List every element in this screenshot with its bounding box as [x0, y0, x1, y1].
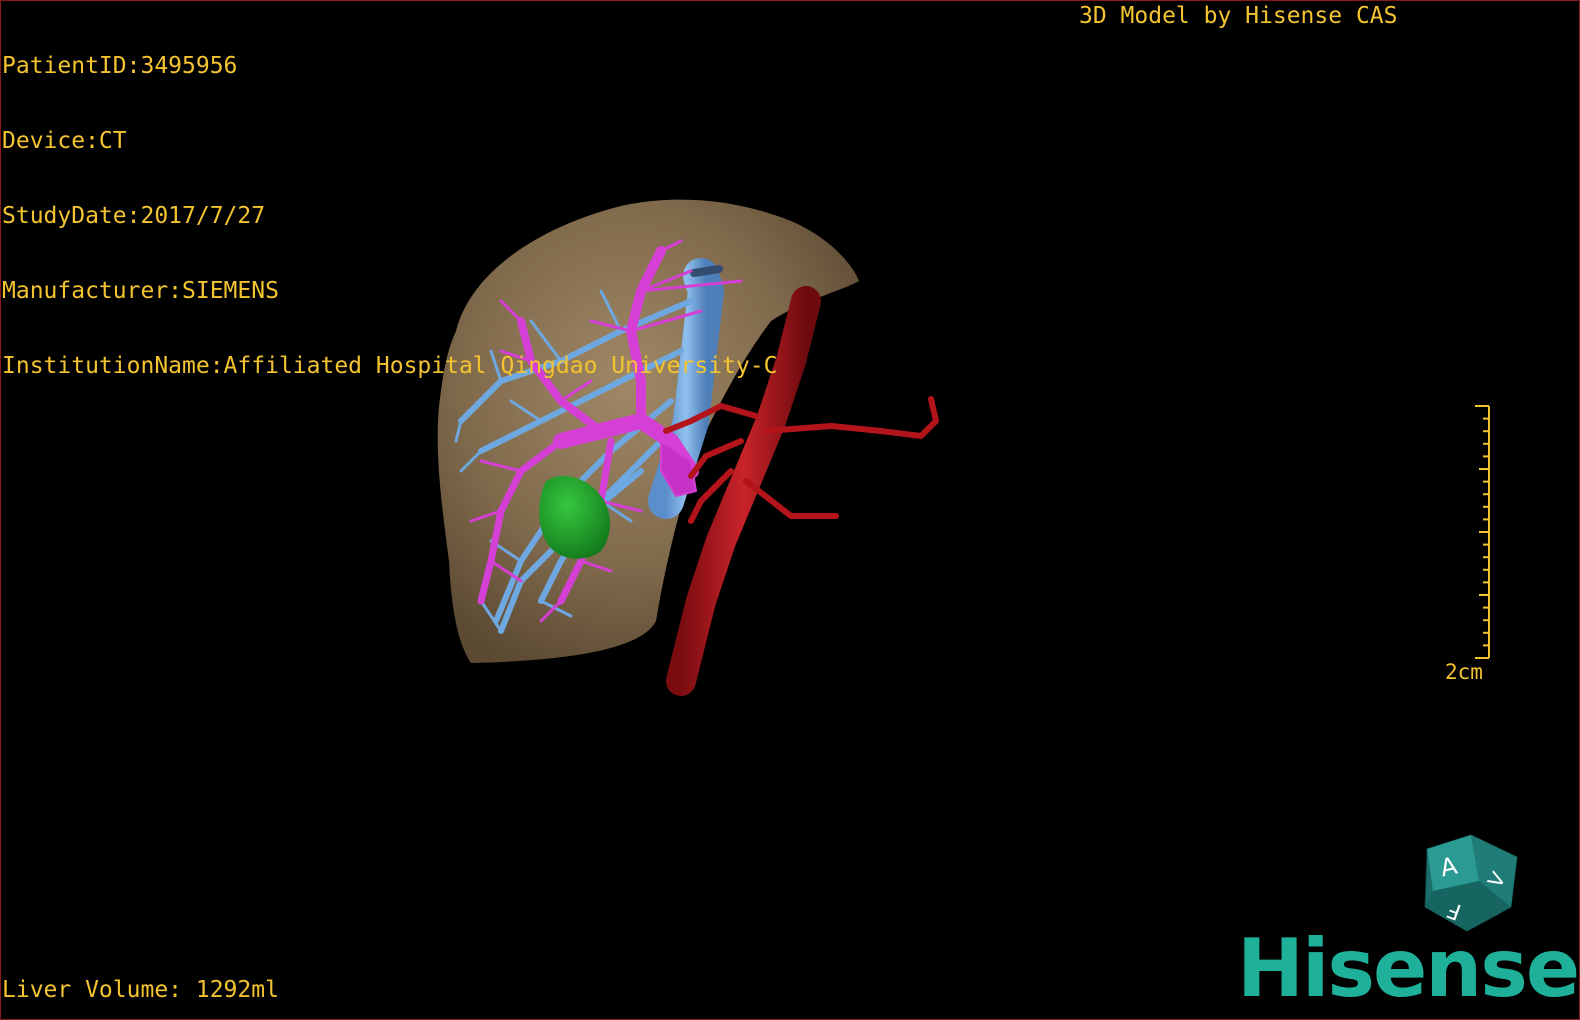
institution-name: InstitutionName:Affiliated Hospital Qing… [2, 353, 778, 379]
patient-id: PatientID:3495956 [2, 53, 238, 79]
scale-bar-label: 2cm [1445, 660, 1483, 684]
study-date: StudyDate:2017/7/27 [2, 203, 266, 229]
orientation-cube[interactable]: A F V [1419, 831, 1523, 935]
3d-viewport[interactable]: A F V PatientID:3495956 Device:CT StudyD… [0, 0, 1580, 1020]
device: Device:CT [2, 128, 127, 154]
manufacturer: Manufacturer:SIEMENS [2, 278, 279, 304]
hisense-logo: Hisense [1237, 922, 1579, 1015]
liver-volume: Liver Volume: 1292ml [2, 977, 279, 1003]
dicom-info-panel: PatientID:3495956 Device:CT StudyDate:20… [2, 4, 777, 429]
model-credit: 3D Model by Hisense CAS [1079, 3, 1398, 29]
